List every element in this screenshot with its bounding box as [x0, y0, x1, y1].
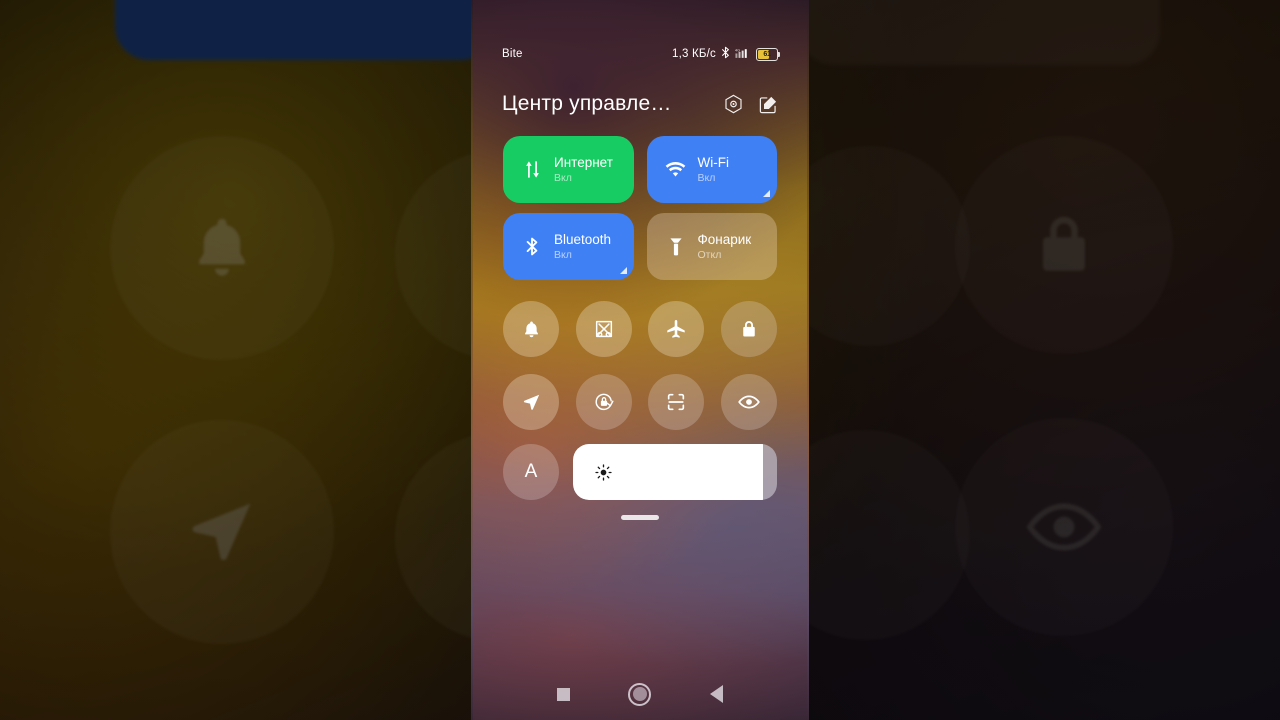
brightness-row: A	[473, 444, 807, 500]
tile-state: Вкл	[554, 172, 572, 185]
navigation-bar	[473, 668, 807, 720]
bluetooth-icon	[721, 46, 730, 62]
toggle-scan[interactable]	[648, 374, 705, 430]
home-button[interactable]	[623, 677, 657, 711]
battery-percent-label: 61	[763, 50, 771, 58]
page-title: Центр управле…	[502, 92, 672, 115]
bluetooth-icon	[521, 236, 543, 257]
battery-indicator: 61	[756, 47, 781, 61]
eye-icon	[737, 390, 761, 414]
phone-screen-panel: Bite 1,3 КБ/с 4G 61 Центр управле… Интер…	[473, 0, 807, 720]
brightness-slider[interactable]	[573, 444, 777, 500]
toggle-location[interactable]	[503, 374, 559, 430]
auto-brightness-icon[interactable]: A	[503, 444, 559, 500]
recents-square-icon	[556, 687, 570, 701]
tile-label: Wi-Fi	[697, 154, 729, 170]
airplane-icon	[665, 318, 687, 340]
toggle-lock[interactable]	[720, 301, 777, 357]
panel-left-edge	[471, 0, 473, 720]
tile-state: Вкл	[554, 249, 572, 262]
screenshot-scissors-icon	[593, 318, 615, 340]
tile-label: Bluetooth	[554, 231, 612, 247]
quick-settings-tiles: Интернет Вкл Wi-Fi Вкл Bluetooth Вкл Фон…	[473, 136, 807, 280]
tile-flashlight[interactable]: Фонарик Откл	[646, 213, 777, 280]
tile-state: Вкл	[697, 172, 716, 185]
control-center-header: Центр управле…	[473, 87, 807, 121]
drag-handle[interactable]	[621, 515, 659, 520]
toggle-sound[interactable]	[503, 301, 559, 357]
carrier-label: Bite	[502, 48, 523, 60]
panel-right-edge	[807, 0, 809, 720]
lock-icon	[739, 319, 759, 339]
toggle-airplane-mode[interactable]	[648, 301, 705, 357]
tile-internet[interactable]: Интернет Вкл	[503, 136, 634, 203]
tile-state: Откл	[697, 249, 722, 262]
screen: Bite 1,3 КБ/с 4G 61 Центр управле… Интер…	[0, 0, 1280, 720]
network-speed-label: 1,3 КБ/с	[672, 48, 716, 60]
bell-icon	[521, 319, 542, 340]
toggle-autorotate[interactable]	[575, 374, 632, 430]
sun-icon	[594, 463, 613, 482]
tile-label: Интернет	[554, 154, 613, 170]
wifi-icon	[665, 161, 687, 178]
rotation-lock-icon	[593, 391, 615, 413]
circle-toggle-rows	[473, 301, 807, 447]
scan-frame-icon	[665, 391, 687, 413]
circle-toggle-row-2	[503, 374, 777, 430]
location-arrow-icon	[521, 392, 542, 413]
back-triangle-icon	[710, 685, 724, 703]
flashlight-icon	[665, 237, 687, 257]
circle-toggle-row-1	[503, 301, 777, 357]
tile-label: Фонарик	[697, 231, 752, 247]
data-transfer-icon	[521, 160, 543, 179]
toggle-reading-mode[interactable]	[720, 374, 777, 430]
svg-text:4G: 4G	[735, 48, 740, 52]
recents-button[interactable]	[546, 677, 580, 711]
status-bar: Bite 1,3 КБ/с 4G 61	[473, 44, 807, 64]
cellular-signal-icon: 4G	[735, 47, 751, 62]
tile-bluetooth[interactable]: Bluetooth Вкл	[503, 213, 634, 280]
control-center-settings-icon[interactable]	[724, 94, 743, 114]
tile-wifi[interactable]: Wi-Fi Вкл	[646, 136, 777, 203]
edit-icon[interactable]	[759, 95, 778, 114]
tile-expand-corner-icon[interactable]	[619, 267, 627, 274]
auto-brightness-label: A	[524, 461, 538, 482]
back-button[interactable]	[700, 677, 734, 711]
home-circle-icon	[628, 682, 652, 706]
toggle-screenshot[interactable]	[575, 301, 632, 357]
tile-expand-corner-icon[interactable]	[763, 190, 770, 197]
